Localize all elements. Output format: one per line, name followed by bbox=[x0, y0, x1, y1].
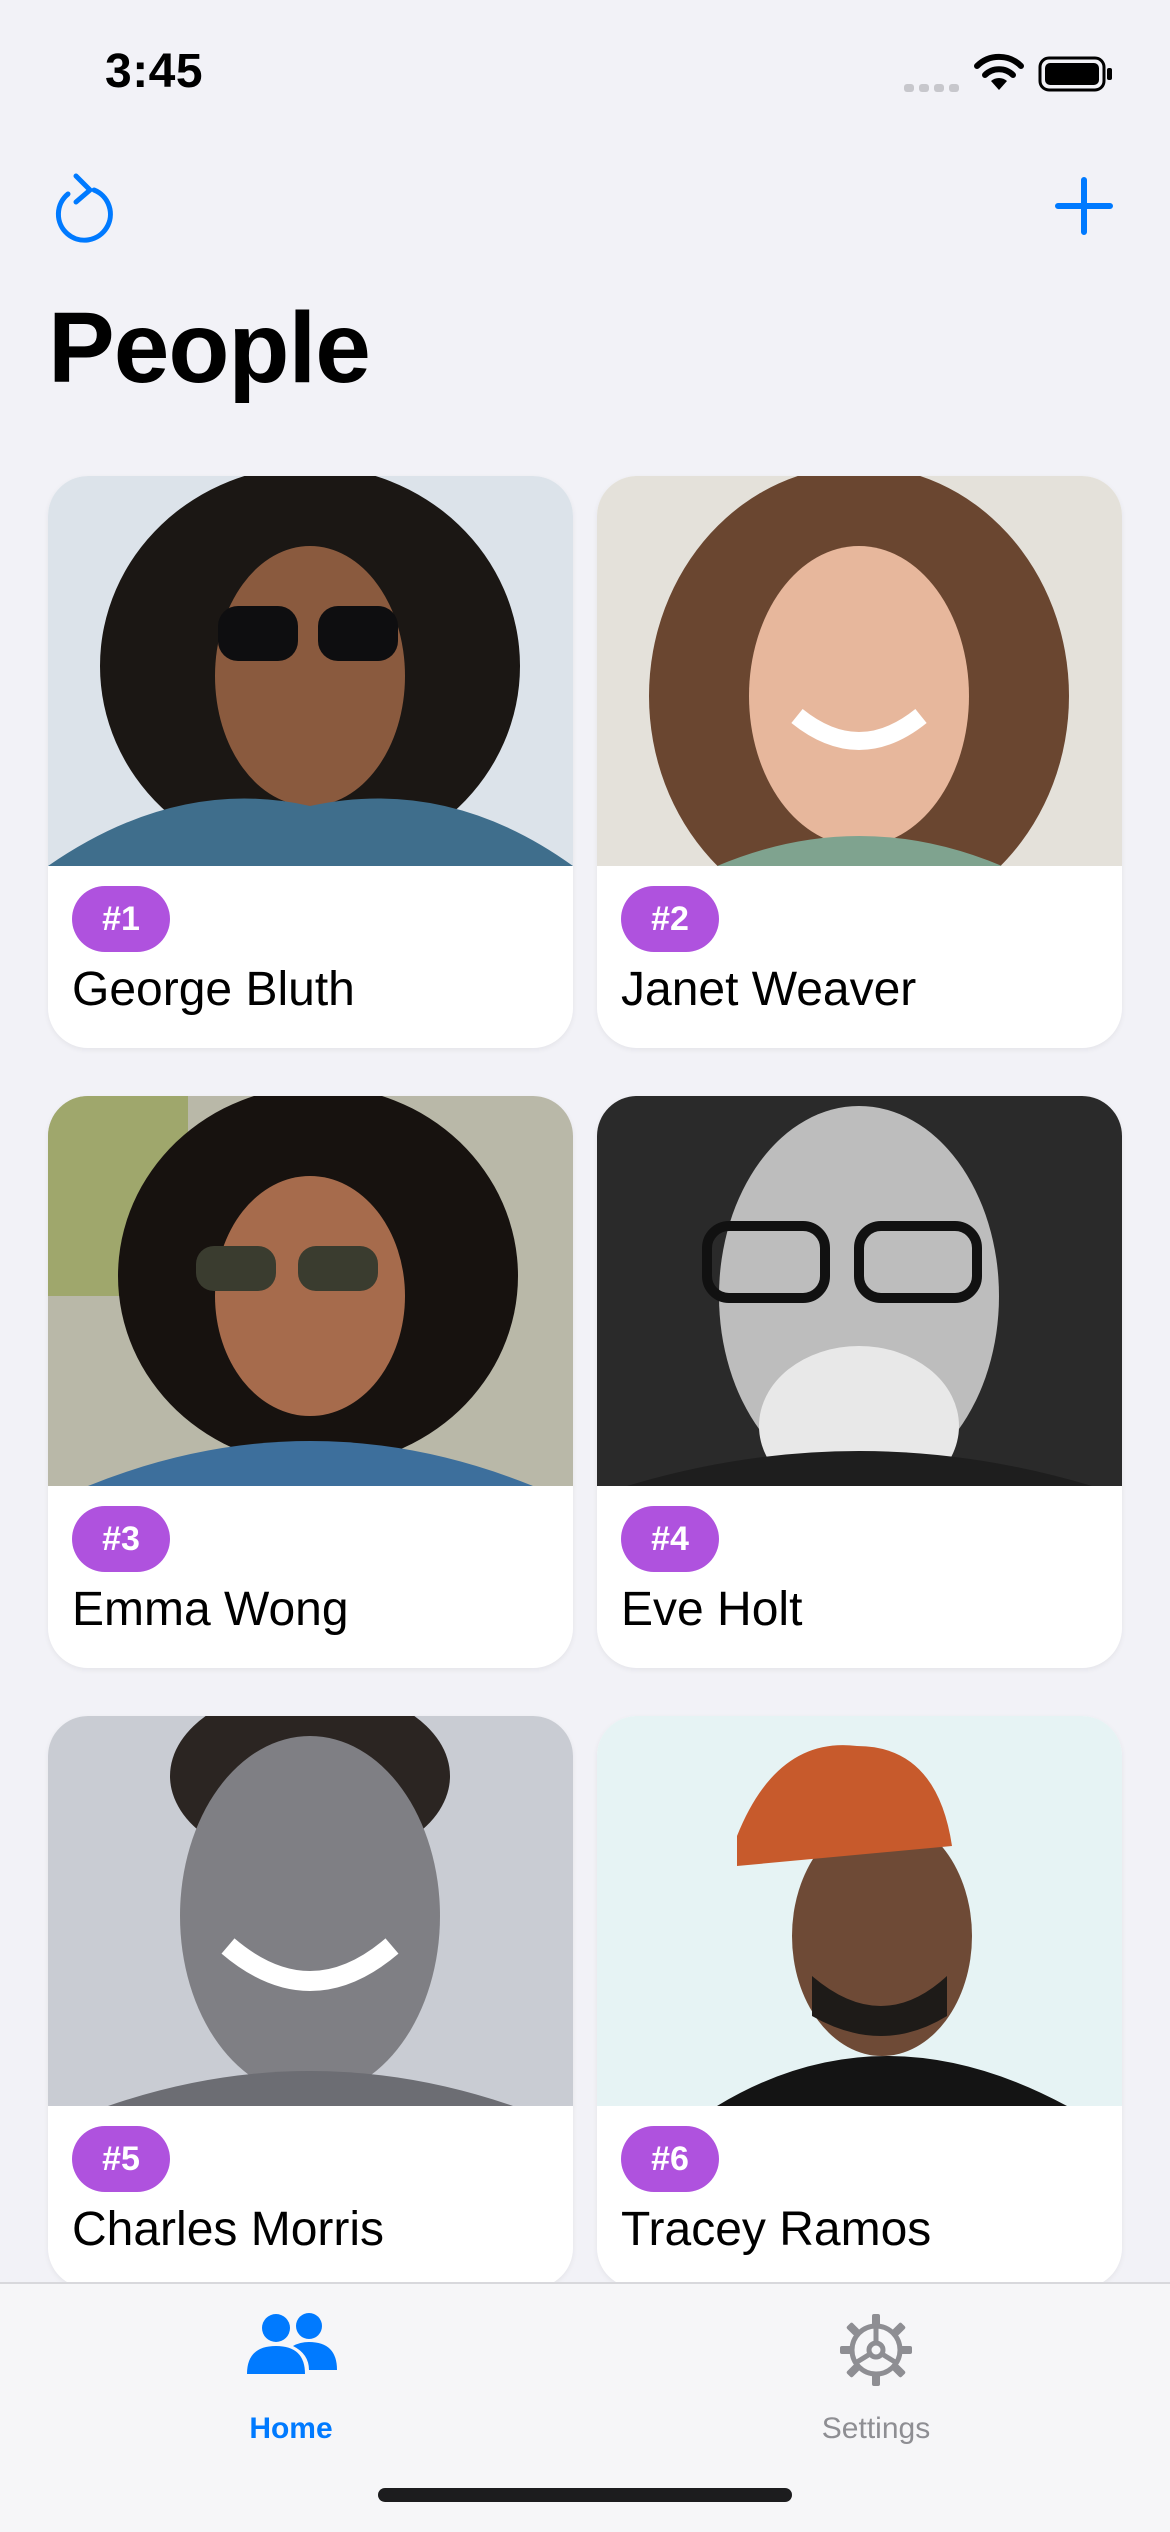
plus-icon bbox=[1055, 177, 1113, 235]
status-bar: 3:45 bbox=[0, 0, 1170, 140]
person-photo bbox=[597, 476, 1122, 866]
person-name: George Bluth bbox=[72, 963, 355, 1016]
person-card[interactable]: #6 Tracey Ramos bbox=[597, 1716, 1122, 2288]
add-button[interactable] bbox=[1052, 174, 1116, 238]
person-photo bbox=[597, 1096, 1122, 1486]
person-photo bbox=[597, 1716, 1122, 2106]
person-card[interactable]: #3 Emma Wong bbox=[48, 1096, 573, 1668]
page-title: People bbox=[48, 292, 371, 404]
person-card[interactable]: #4 Eve Holt bbox=[597, 1096, 1122, 1668]
person-name: Tracey Ramos bbox=[621, 2203, 932, 2256]
people-grid: #1 George Bluth #2 Janet Weaver #3 Emma … bbox=[48, 476, 1122, 2288]
id-badge: #2 bbox=[621, 886, 719, 952]
id-badge: #3 bbox=[72, 1506, 170, 1572]
id-badge: #5 bbox=[72, 2126, 170, 2192]
cellular-signal-icon bbox=[904, 84, 959, 92]
refresh-button[interactable] bbox=[46, 170, 116, 246]
person-card[interactable]: #2 Janet Weaver bbox=[597, 476, 1122, 1048]
person-name: Charles Morris bbox=[72, 2203, 385, 2256]
tab-settings[interactable]: Settings bbox=[726, 2304, 1026, 2454]
person-name: Emma Wong bbox=[72, 1583, 349, 1636]
person-name: Eve Holt bbox=[621, 1583, 803, 1636]
battery-icon bbox=[1038, 56, 1112, 92]
people-icon bbox=[247, 2313, 337, 2374]
status-time: 3:45 bbox=[105, 45, 204, 98]
wifi-icon bbox=[974, 53, 1024, 90]
refresh-icon bbox=[55, 173, 113, 243]
gear-icon bbox=[840, 2314, 912, 2386]
id-badge: #1 bbox=[72, 886, 170, 952]
person-photo bbox=[48, 1096, 573, 1486]
person-photo bbox=[48, 1716, 573, 2106]
person-name: Janet Weaver bbox=[621, 963, 917, 1016]
home-indicator bbox=[378, 2488, 792, 2502]
tab-home[interactable]: Home bbox=[141, 2304, 441, 2454]
person-photo bbox=[48, 476, 573, 866]
person-card[interactable]: #5 Charles Morris bbox=[48, 1716, 573, 2288]
id-badge: #6 bbox=[621, 2126, 719, 2192]
id-badge: #4 bbox=[621, 1506, 719, 1572]
tab-label: Settings bbox=[821, 2412, 931, 2445]
person-card[interactable]: #1 George Bluth bbox=[48, 476, 573, 1048]
tab-label: Home bbox=[249, 2412, 333, 2445]
